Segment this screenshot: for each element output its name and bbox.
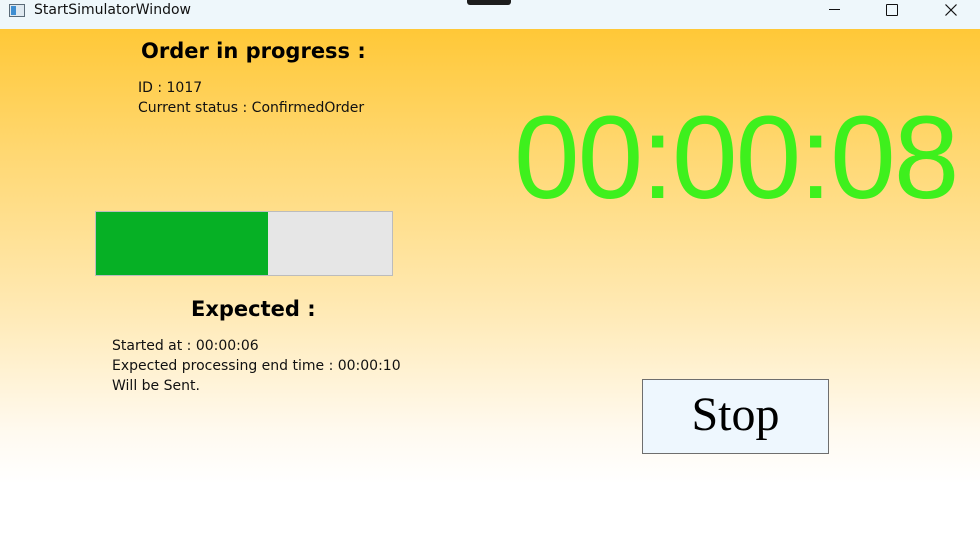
close-icon — [945, 3, 957, 16]
expected-heading: Expected : — [191, 297, 316, 321]
order-progress-bar — [95, 211, 393, 276]
close-button[interactable] — [922, 0, 980, 29]
app-window-icon — [9, 4, 25, 17]
minimize-button[interactable] — [805, 0, 863, 29]
order-heading: Order in progress : — [141, 39, 366, 63]
progress-fill — [96, 212, 268, 275]
expected-end-time: Expected processing end time : 00:00:10 — [112, 358, 401, 374]
client-area: Order in progress : ID : 1017 Current st… — [0, 29, 980, 534]
expected-next-status: Will be Sent. — [112, 378, 200, 394]
title-bar[interactable]: StartSimulatorWindow — [0, 0, 980, 29]
top-notch-decoration — [467, 0, 511, 5]
minimize-icon — [828, 8, 840, 10]
order-id: ID : 1017 — [138, 80, 203, 96]
maximize-button[interactable] — [863, 0, 921, 29]
window-title: StartSimulatorWindow — [34, 2, 191, 18]
order-status: Current status : ConfirmedOrder — [138, 100, 365, 116]
start-simulator-window: StartSimulatorWindow Order in progress :… — [0, 0, 980, 534]
elapsed-timer: 00:00:08 — [514, 92, 959, 224]
maximize-icon — [886, 3, 898, 16]
stop-button[interactable]: Stop — [642, 379, 829, 454]
expected-started-at: Started at : 00:00:06 — [112, 338, 259, 354]
